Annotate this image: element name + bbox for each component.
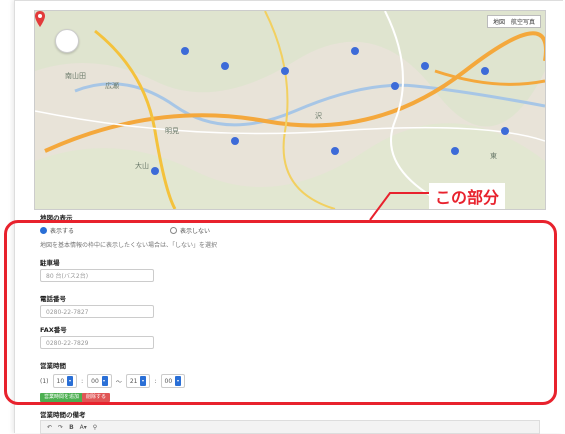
callout-leader-line xyxy=(369,192,432,221)
callout-label: この部分 xyxy=(429,183,506,209)
